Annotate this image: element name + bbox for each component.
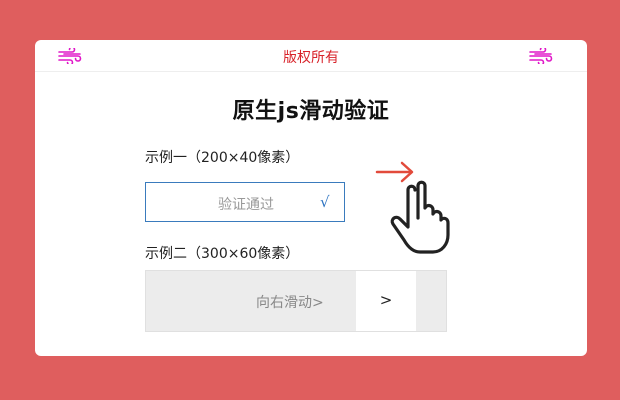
verify-status-text: 验证通过 [218,197,274,213]
copyright-text: 版权所有 [283,50,339,66]
example2-label: 示例二（300×60像素） [145,246,300,262]
page-title: 原生js滑动验证 [232,99,390,124]
slide-hint-text: 向右滑动> [256,295,324,311]
slider-handle[interactable]: > [356,271,416,331]
check-icon: √ [320,193,330,211]
swipe-right-hand-icon [375,161,450,254]
example1-label: 示例一（200×40像素） [145,150,300,166]
handle-arrow: > [379,291,393,309]
page: { "header": { "copyright": "版权所有", "left… [0,0,620,400]
jquery-plugin-logo [449,303,558,349]
top-bar: 版权所有 [35,40,587,72]
slide-verify-large[interactable]: 向右滑动> > [145,270,447,332]
slide-verify-small[interactable]: 验证通过 √ [145,182,345,222]
wind-icon [529,48,553,64]
